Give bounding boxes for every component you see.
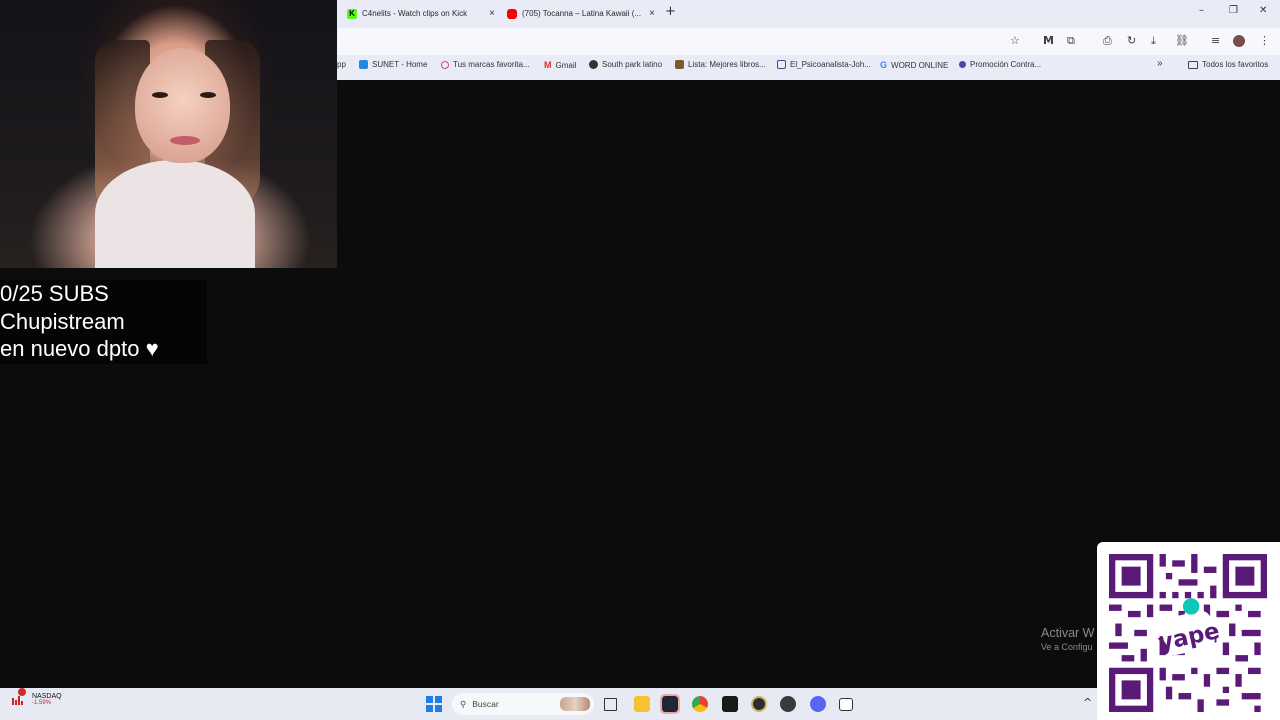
- search-placeholder: Buscar: [472, 699, 499, 709]
- webcam-eye-left: [152, 92, 168, 98]
- yape-badge-icon: [1182, 598, 1200, 615]
- webcam-clothing: [95, 160, 255, 268]
- google-icon: G: [880, 60, 888, 70]
- bookmark-item[interactable]: El_Psicoanalista-Joh...: [777, 60, 871, 69]
- goodreads-icon: [675, 60, 684, 69]
- stock-name: NASDAQ: [32, 692, 62, 700]
- media-control-icon[interactable]: ≡: [1211, 34, 1220, 47]
- watermark-title: Activar W: [1041, 626, 1095, 640]
- target-icon: [441, 60, 449, 69]
- close-window-button[interactable]: ✕: [1259, 5, 1267, 16]
- restore-button[interactable]: ❐: [1229, 5, 1238, 16]
- qr-code-image: yape: [1109, 554, 1267, 712]
- subs-overlay: 0/25 SUBS Chupistream en nuevo dpto ♥: [0, 280, 207, 364]
- windows-taskbar: NASDAQ -1.59% ⚲ Buscar ^: [0, 688, 1097, 720]
- app-window-icon[interactable]: [839, 698, 853, 711]
- webcam-feed: [0, 0, 337, 268]
- gmail-icon: M: [544, 60, 552, 70]
- yape-qr-code: yape: [1097, 542, 1280, 720]
- bookmarks-overflow-button[interactable]: »: [1157, 58, 1163, 69]
- tab-label: C4nelits - Watch clips on Kick: [362, 9, 468, 18]
- bookmark-item[interactable]: pp: [337, 60, 346, 69]
- close-tab-icon[interactable]: ×: [489, 8, 495, 19]
- search-icon: ⚲: [460, 698, 467, 709]
- print-icon[interactable]: ⎙: [1103, 34, 1112, 48]
- watermark-subtitle: Ve a Configu: [1041, 642, 1093, 652]
- search-highlight-image: [560, 697, 590, 711]
- webcam-eye-right: [200, 92, 216, 98]
- close-tab-icon[interactable]: ×: [649, 8, 655, 19]
- webcam-mouth: [170, 136, 200, 145]
- download-icon[interactable]: ⤓: [1151, 34, 1156, 48]
- minimize-button[interactable]: –: [1199, 5, 1204, 16]
- promo-icon: [959, 61, 966, 68]
- webcam-face: [135, 48, 230, 163]
- bookmark-item[interactable]: SUNET - Home: [359, 60, 427, 69]
- browser-window: K C4nelits - Watch clips on Kick × (705)…: [337, 0, 1280, 80]
- extensions-puzzle-icon[interactable]: ⧉: [1067, 34, 1075, 48]
- profile-avatar[interactable]: [1233, 35, 1245, 47]
- youtube-icon: [507, 8, 517, 19]
- taskbar-search-input[interactable]: ⚲ Buscar: [452, 693, 594, 715]
- all-bookmarks-button[interactable]: Todos los favoritos: [1188, 60, 1268, 69]
- bookmark-item[interactable]: M Gmail: [544, 60, 576, 70]
- stock-chart-icon: [12, 688, 26, 706]
- stock-widget[interactable]: NASDAQ -1.59%: [12, 688, 62, 706]
- stream-subtitle-text: en nuevo dpto ♥: [0, 336, 159, 361]
- app-circle-icon[interactable]: [751, 696, 767, 712]
- task-view-icon[interactable]: [604, 698, 617, 711]
- tab-label: (705) Tocanna – Latina Kawaii (...: [522, 9, 642, 18]
- folder-icon: [1188, 60, 1198, 69]
- discord-icon[interactable]: [810, 696, 826, 712]
- menu-kebab-icon[interactable]: ⋮: [1259, 34, 1270, 47]
- obs-icon[interactable]: [780, 696, 796, 712]
- bookmark-star-icon[interactable]: ☆: [1010, 34, 1020, 47]
- new-tab-button[interactable]: +: [665, 4, 676, 19]
- tab-strip: K C4nelits - Watch clips on Kick × (705)…: [337, 0, 1280, 27]
- history-icon[interactable]: ↻: [1127, 34, 1136, 47]
- bookmarks-bar: pp SUNET - Home Tus marcas favorita... M…: [337, 57, 1280, 75]
- tab-kick[interactable]: K C4nelits - Watch clips on Kick ×: [347, 4, 495, 23]
- browser-toolbar: ☆ M ⧉ ⎙ ↻ ⤓ ⛓ ≡ ⋮: [337, 28, 1280, 55]
- steam-icon[interactable]: [660, 694, 680, 714]
- globe-icon: [589, 60, 598, 69]
- bookmark-item[interactable]: Promoción Contra...: [959, 60, 1041, 69]
- chevron-up-icon[interactable]: ^: [1083, 696, 1092, 709]
- link-icon[interactable]: ⛓: [1175, 34, 1189, 47]
- extension-m-icon[interactable]: M: [1043, 34, 1054, 47]
- activate-windows-watermark: Activar W Ve a Configu: [1041, 626, 1094, 652]
- kick-icon: K: [347, 8, 357, 19]
- notification-badge: [18, 688, 26, 696]
- stream-title-text: Chupistream: [0, 308, 125, 334]
- bookmark-item[interactable]: Tus marcas favorita...: [441, 60, 530, 69]
- bookmark-item[interactable]: South park latino: [589, 60, 662, 69]
- bookmark-item[interactable]: Lista: Mejores libros...: [675, 60, 766, 69]
- subs-goal-text: 0/25 SUBS: [0, 281, 109, 306]
- chrome-icon[interactable]: [692, 696, 708, 712]
- epic-games-icon[interactable]: [722, 696, 738, 712]
- document-icon: [777, 60, 786, 69]
- file-explorer-icon[interactable]: [634, 696, 650, 712]
- sunet-icon: [359, 60, 368, 69]
- bookmark-item[interactable]: G WORD ONLINE: [880, 60, 948, 70]
- tab-youtube[interactable]: (705) Tocanna – Latina Kawaii (... ×: [507, 4, 655, 23]
- stock-change: -1.59%: [32, 699, 52, 706]
- windows-start-icon[interactable]: [426, 696, 442, 712]
